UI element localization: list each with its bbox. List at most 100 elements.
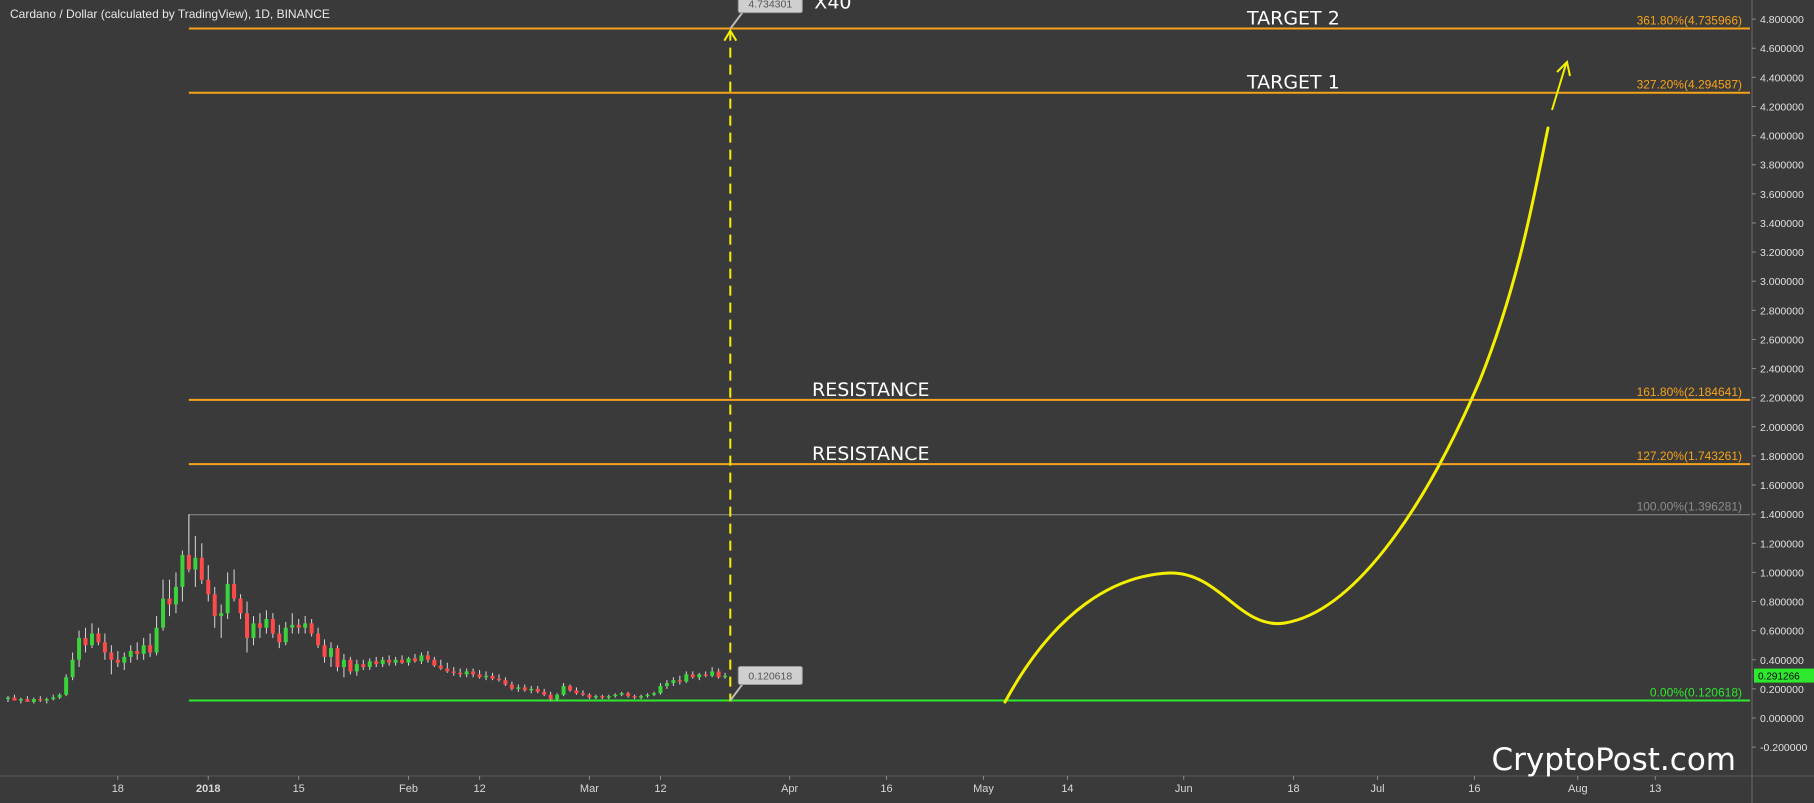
candle-body (509, 684, 514, 689)
candle-body (496, 678, 501, 681)
candle-body (677, 680, 682, 682)
y-tick-label: 1.600000 (1760, 480, 1804, 492)
candle-body (135, 651, 140, 654)
candle-body (503, 680, 508, 685)
candle-body (535, 688, 540, 692)
candle-body (199, 557, 204, 580)
candle-body (354, 664, 359, 672)
candle-body (51, 697, 56, 700)
watermark-text: CryptoPost.com (1492, 742, 1736, 778)
y-tick-label: 3.800000 (1760, 160, 1804, 172)
candle-body (238, 598, 243, 614)
y-tick-label: 3.400000 (1760, 218, 1804, 230)
candle-body (587, 694, 592, 698)
x-tick-label: 2018 (196, 783, 220, 795)
candle-body (516, 687, 521, 689)
candle-body (186, 554, 191, 570)
candle-body (57, 694, 62, 698)
candle-body (458, 672, 463, 675)
candle-body (173, 586, 178, 605)
candle-body (451, 671, 456, 673)
level-label: TARGET 2 (1246, 7, 1340, 29)
fib-level-label: 361.80%(4.735966) (1637, 13, 1742, 27)
fib-level-label: 0.00%(0.120618) (1650, 685, 1742, 699)
candle-body (296, 624, 301, 628)
chart-background (0, 0, 1814, 803)
candle-body (561, 685, 566, 695)
candle-body (206, 579, 211, 595)
candle-body (335, 648, 340, 668)
candle-body (529, 688, 534, 691)
multiplier-label: X40 (814, 0, 851, 14)
candle-body (180, 554, 185, 587)
y-tick-label: 4.600000 (1760, 43, 1804, 55)
x-tick-label: 16 (1468, 783, 1480, 795)
y-tick-label: 2.400000 (1760, 364, 1804, 376)
candle-body (548, 694, 553, 700)
candle-body (412, 658, 417, 662)
y-tick-label: 4.200000 (1760, 101, 1804, 113)
candle-body (329, 648, 333, 657)
fib-level-label: 100.00%(1.396281) (1637, 500, 1742, 514)
candle-body (83, 637, 88, 646)
candle-body (232, 584, 237, 599)
x-tick-label: Jun (1175, 783, 1193, 795)
candle-body (484, 675, 489, 678)
candle-body (684, 674, 689, 682)
y-tick-label: 4.000000 (1760, 131, 1804, 143)
candle-body (671, 680, 676, 684)
candle-body (89, 633, 94, 646)
candle-body (193, 557, 198, 570)
candle-body (425, 655, 430, 660)
candle-body (212, 594, 217, 617)
x-tick-label: 14 (1061, 783, 1073, 795)
candle-body (122, 656, 127, 663)
candle-body (445, 668, 450, 672)
candle-body (102, 642, 107, 653)
candle-body (652, 693, 656, 695)
y-tick-label: 4.800000 (1760, 14, 1804, 26)
candle-body (12, 697, 17, 701)
y-tick-label: 3.600000 (1760, 189, 1804, 201)
candle-body (406, 658, 411, 663)
candle-body (490, 675, 495, 679)
candle-body (632, 696, 637, 698)
candle-body (277, 633, 282, 643)
candle-body (348, 659, 353, 672)
x-tick-label: 13 (1649, 783, 1661, 795)
level-label: RESISTANCE (812, 379, 930, 401)
fib-level-label: 327.20%(4.294587) (1637, 78, 1742, 92)
candle-body (697, 674, 702, 678)
price-chart[interactable]: 5.0000004.8000004.6000004.4000004.200000… (0, 0, 1814, 803)
current-price-label: 0.291266 (1758, 672, 1800, 683)
candle-body (167, 598, 172, 605)
candle-body (464, 671, 469, 675)
x-tick-label: Feb (399, 783, 418, 795)
candle-body (316, 633, 321, 646)
candle-body (38, 699, 43, 701)
level-label: TARGET 1 (1246, 72, 1340, 94)
y-tick-label: 0.600000 (1760, 626, 1804, 638)
candle-body (723, 675, 728, 678)
candle-body (574, 690, 579, 694)
y-tick-label: 0.000000 (1760, 713, 1804, 725)
candle-body (716, 671, 721, 678)
y-tick-label: 1.200000 (1760, 538, 1804, 550)
fib-level-label: 161.80%(2.184641) (1637, 385, 1742, 399)
x-tick-label: 15 (293, 783, 305, 795)
candle-body (555, 694, 560, 700)
y-tick-label: 0.800000 (1760, 597, 1804, 609)
x-tick-label: Jul (1370, 783, 1384, 795)
candle-body (270, 618, 275, 634)
candle-body (44, 699, 49, 701)
callout-label: 4.734301 (748, 0, 792, 11)
y-tick-label: 1.800000 (1760, 451, 1804, 463)
candle-body (606, 696, 611, 698)
candle-body (161, 598, 166, 628)
x-tick-label: 18 (112, 783, 124, 795)
candle-body (6, 697, 10, 700)
candle-body (225, 584, 230, 614)
x-tick-label: 18 (1287, 783, 1299, 795)
candle-body (290, 624, 295, 628)
candle-body (419, 655, 424, 662)
